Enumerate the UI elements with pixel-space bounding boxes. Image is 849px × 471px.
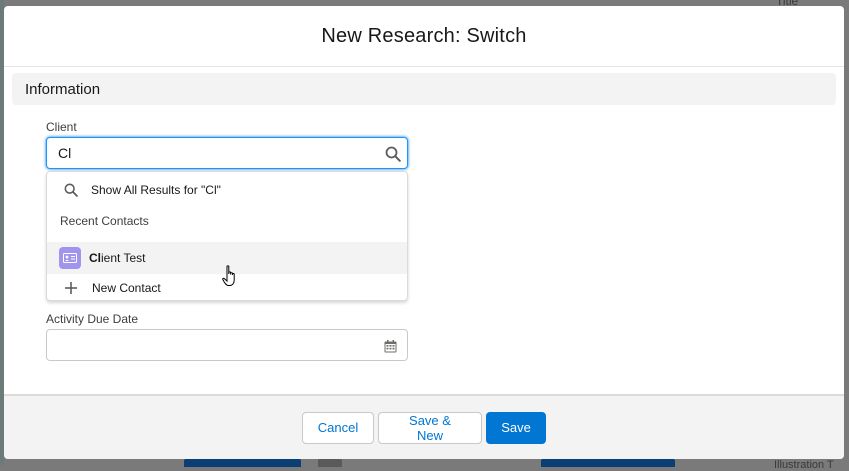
client-lookup-input[interactable]: Cl	[46, 137, 408, 169]
background-button	[541, 459, 675, 467]
activity-due-date-label: Activity Due Date	[46, 312, 139, 326]
modal-footer: Cancel Save & New Save	[4, 394, 844, 459]
cancel-button[interactable]: Cancel	[302, 411, 374, 444]
show-all-results-option[interactable]: Show All Results for "Cl"	[47, 178, 407, 202]
modal-title: New Research: Switch	[321, 24, 527, 47]
client-label: Client	[46, 120, 77, 134]
modal-header: New Research: Switch	[4, 6, 844, 67]
background-block	[318, 459, 342, 467]
calendar-icon[interactable]	[384, 340, 397, 358]
information-section-header[interactable]: Information	[12, 73, 836, 105]
contact-icon	[59, 247, 81, 269]
section-title: Information	[25, 80, 101, 98]
save-and-new-button[interactable]: Save & New	[378, 411, 482, 444]
search-icon	[64, 183, 78, 197]
new-contact-label: New Contact	[92, 281, 161, 295]
recent-contacts-heading: Recent Contacts	[60, 214, 149, 228]
search-icon[interactable]	[385, 146, 401, 167]
background-illustration-text: Illustration T	[774, 459, 834, 471]
activity-due-date-input[interactable]	[46, 329, 408, 361]
match-highlight: Cl	[89, 251, 101, 265]
add-icon	[64, 281, 78, 295]
client-input-value: Cl	[58, 145, 72, 161]
result-rest: ient Test	[101, 251, 146, 265]
lookup-result-label: Client Test	[89, 251, 145, 265]
new-research-modal: New Research: Switch Information Client …	[4, 6, 844, 459]
save-button[interactable]: Save	[486, 411, 546, 444]
hand-cursor-icon	[222, 265, 238, 292]
show-all-results-label: Show All Results for "Cl"	[91, 183, 221, 197]
background-button	[184, 459, 301, 467]
